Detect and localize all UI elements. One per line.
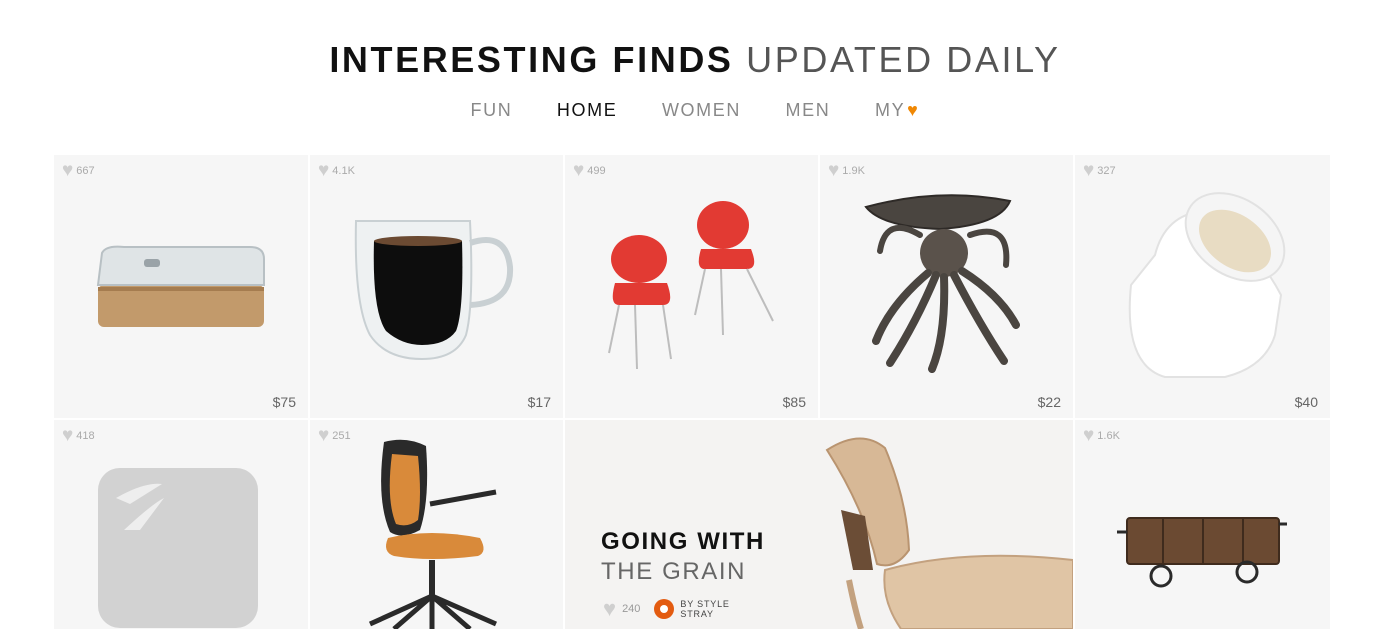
product-card[interactable]: ♥ 667 $75 [54,155,308,418]
coffee-mug-icon [354,220,514,361]
likes-counter[interactable]: ♥ 1.6K [1083,425,1120,446]
nav-item-home[interactable]: HOME [557,100,617,121]
heart-icon[interactable]: ♥ [603,596,616,622]
feature-title-line1: GOING WITH [601,528,765,555]
feature-meta: ♥ 240 BY STYLE STRAY [603,596,730,622]
likes-counter[interactable]: ♥ 667 [62,160,95,181]
category-nav: FUN HOME WOMEN MEN MY ♥ [0,100,1390,121]
heart-icon: ♥ [573,160,585,181]
likes-counter[interactable]: ♥ 327 [1083,160,1116,181]
likes-count: 4.1K [332,165,355,177]
heart-icon: ♥ [828,160,840,181]
price-label: $17 [527,394,551,410]
office-chair-icon [368,439,498,629]
heart-icon: ♥ [907,100,920,120]
heart-icon: ♥ [62,160,74,181]
likes-counter[interactable]: ♥ 418 [62,425,95,446]
feature-brand[interactable]: BY STYLE STRAY [680,599,729,619]
likes-count: 418 [76,430,95,442]
style-stray-logo-icon[interactable] [654,599,675,619]
likes-count: 499 [587,165,606,177]
product-card[interactable]: ♥ 418 [54,420,308,629]
title-strong: INTERESTING FINDS [329,39,734,80]
heart-icon: ♥ [62,425,74,446]
price-label: $22 [1037,394,1061,410]
heart-icon: ♥ [318,160,330,181]
brand-line2: STRAY [680,609,714,619]
red-chairs-icon [608,201,774,370]
likes-counter[interactable]: ♥ 1.9K [828,160,865,181]
nav-item-my[interactable]: MY ♥ [875,100,920,121]
likes-count: 1.6K [1097,430,1120,442]
likes-counter[interactable]: ♥ 499 [573,160,606,181]
product-card[interactable]: ♥ 1.9K $22 [820,155,1073,418]
price-label: $75 [272,394,296,410]
product-card[interactable]: ♥ 1.6K [1075,420,1330,629]
glass-box-icon [96,245,265,327]
product-card[interactable]: ♥ 4.1K $17 [310,155,563,418]
likes-count: 327 [1097,165,1116,177]
heart-icon: ♥ [1083,160,1095,181]
product-card[interactable]: ♥ 251 [310,420,563,629]
page-title: INTERESTING FINDS UPDATED DAILY [0,38,1390,82]
nav-item-men[interactable]: MEN [786,100,831,121]
nav-item-my-label: MY [874,100,906,120]
product-card[interactable]: ♥ 499 $85 [565,155,818,418]
heart-icon: ♥ [1083,425,1095,446]
product-card[interactable]: ♥ 327 $40 [1075,155,1330,418]
product-grid: ♥ 667 $75 ♥ 4.1K $17 ♥ 499 $85 ♥ 1.9K $2… [54,155,1330,629]
price-label: $85 [782,394,806,410]
likes-count: 251 [332,430,351,442]
octopus-stand-icon [864,194,1020,373]
feature-likes-count: 240 [622,603,641,615]
tile-icon [98,468,258,628]
likes-count: 1.9K [842,165,865,177]
title-light: UPDATED DAILY [746,39,1061,80]
likes-counter[interactable]: ♥ 251 [318,425,351,446]
feature-card[interactable]: GOING WITH THE GRAIN ♥ 240 BY STYLE STRAY [565,420,1073,629]
likes-count: 667 [76,165,95,177]
heart-icon: ♥ [318,425,330,446]
brand-line1: BY STYLE [680,599,730,609]
nav-item-women[interactable]: WOMEN [662,100,741,121]
price-label: $40 [1294,394,1318,410]
likes-counter[interactable]: ♥ 4.1K [318,160,355,181]
nav-item-fun[interactable]: FUN [471,100,513,121]
salt-pig-icon [1128,192,1286,378]
cart-icon [1117,517,1287,588]
feature-title-line2: THE GRAIN [601,558,747,585]
page-header: INTERESTING FINDS UPDATED DAILY [0,38,1390,82]
